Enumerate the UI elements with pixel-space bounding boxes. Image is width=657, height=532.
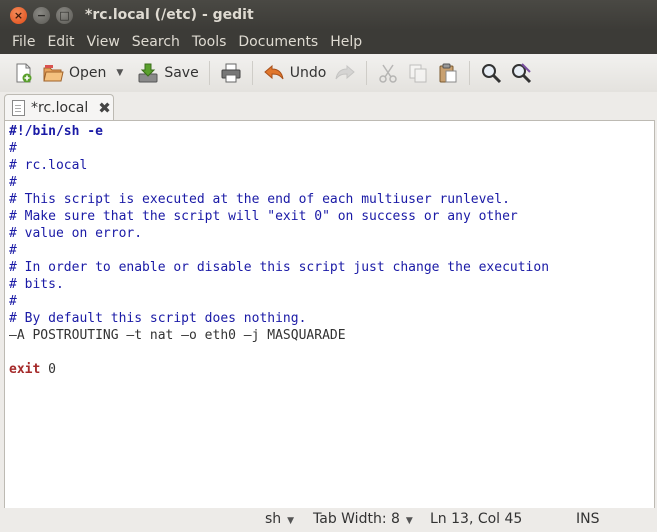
scissors-icon <box>379 64 398 83</box>
toolbar-separator <box>469 61 471 85</box>
language-selector[interactable]: sh ▼ <box>265 511 294 527</box>
menu-search[interactable]: Search <box>132 34 180 50</box>
open-folder-icon <box>43 65 64 82</box>
code-line[interactable]: # bits. <box>9 276 654 293</box>
menu-view[interactable]: View <box>87 34 120 50</box>
open-label: Open <box>69 65 107 81</box>
search-icon <box>482 64 502 84</box>
menu-tools[interactable]: Tools <box>192 34 227 50</box>
paste-button[interactable] <box>433 57 463 89</box>
code-view[interactable]: #!/bin/sh -e # # rc.local # # This script is… <box>5 121 654 378</box>
code-line[interactable]: # <box>9 293 654 310</box>
tab-width-selector[interactable]: Tab Width: 8 ▼ <box>313 511 413 527</box>
gedit-window: × − □ *rc.local (/etc) - gedit File Edit… <box>0 0 657 532</box>
code-text: # In order to enable or disable this scr… <box>9 260 550 275</box>
code-text: #!/bin/sh -e <box>9 124 103 139</box>
window-title: *rc.local (/etc) - gedit <box>85 7 254 23</box>
toolbar-separator <box>208 61 210 85</box>
printer-icon <box>221 63 241 83</box>
code-text: # This script is executed at the end of … <box>9 192 510 207</box>
code-line[interactable]: # <box>9 140 654 157</box>
open-button[interactable]: Open ▼ <box>38 57 127 89</box>
maximize-window-button[interactable]: □ <box>56 6 73 24</box>
toolbar-separator <box>366 61 368 85</box>
keyword-token: exit <box>9 362 41 377</box>
undo-label: Undo <box>289 65 327 81</box>
find-replace-icon <box>512 63 532 84</box>
close-window-button[interactable]: × <box>10 6 27 24</box>
copy-button[interactable] <box>403 57 433 89</box>
find-button[interactable] <box>476 57 506 89</box>
new-document-button[interactable] <box>8 57 38 89</box>
menu-bar: File Edit View Search Tools Documents He… <box>0 30 657 54</box>
chevron-down-icon: ▼ <box>405 516 413 526</box>
menu-help[interactable]: Help <box>330 34 362 50</box>
menu-documents[interactable]: Documents <box>238 34 318 50</box>
code-text: # Make sure that the script will "exit 0… <box>9 209 518 224</box>
code-line[interactable]: # <box>9 174 654 191</box>
code-line[interactable]: # Make sure that the script will "exit 0… <box>9 208 654 225</box>
code-line[interactable]: # rc.local <box>9 157 654 174</box>
code-text: # value on error. <box>9 226 143 241</box>
code-line[interactable]: # <box>9 242 654 259</box>
tab-label: *rc.local <box>31 100 89 116</box>
code-text: # <box>9 141 17 156</box>
code-token: 0 <box>40 362 56 377</box>
clipboard-icon <box>439 63 457 83</box>
code-text: # <box>9 175 17 190</box>
close-tab-icon[interactable]: ✖ <box>98 99 111 117</box>
code-text: —A POSTROUTING —t nat —o eth0 —j MASQUAR… <box>9 328 346 343</box>
code-line[interactable]: # By default this script does nothing. <box>9 310 654 327</box>
menu-edit[interactable]: Edit <box>47 34 74 50</box>
redo-button[interactable] <box>330 57 360 89</box>
tab-rc-local[interactable]: *rc.local ✖ <box>4 94 114 121</box>
save-icon <box>138 63 158 83</box>
toolbar-separator <box>251 61 253 85</box>
save-label: Save <box>164 65 199 81</box>
code-text: # <box>9 294 17 309</box>
text-editor[interactable]: #!/bin/sh -e # # rc.local # # This script is… <box>4 120 655 510</box>
find-replace-button[interactable] <box>506 57 536 89</box>
code-text: # By default this script does nothing. <box>9 311 307 326</box>
maximize-icon: □ <box>59 8 70 22</box>
code-text: # <box>9 243 17 258</box>
menu-file[interactable]: File <box>12 34 35 50</box>
code-line[interactable] <box>9 344 654 361</box>
close-icon: × <box>13 8 24 22</box>
code-line[interactable]: # This script is executed at the end of … <box>9 191 654 208</box>
chevron-down-icon: ▼ <box>287 516 295 526</box>
insert-mode: INS <box>576 511 600 527</box>
code-line[interactable]: exit 0 <box>9 361 654 378</box>
cursor-position: Ln 13, Col 45 <box>430 511 523 527</box>
title-bar[interactable]: × − □ *rc.local (/etc) - gedit <box>0 0 657 30</box>
minimize-window-button[interactable]: − <box>33 6 50 24</box>
code-line[interactable]: #!/bin/sh -e <box>9 123 654 140</box>
tab-width-label: Tab Width: 8 <box>313 511 400 527</box>
code-line[interactable]: # value on error. <box>9 225 654 242</box>
open-recent-chevron-down-icon[interactable]: ▼ <box>116 68 123 78</box>
toolbar: Open ▼ Save Undo <box>0 54 657 93</box>
language-label: sh <box>265 511 282 527</box>
cut-button[interactable] <box>373 57 403 89</box>
code-text: # bits. <box>9 277 64 292</box>
code-line[interactable]: —A POSTROUTING —t nat —o eth0 —j MASQUAR… <box>9 327 654 344</box>
document-tabs: *rc.local ✖ <box>0 92 657 121</box>
undo-button[interactable]: Undo <box>259 57 331 89</box>
print-button[interactable] <box>216 57 246 89</box>
undo-icon <box>263 64 284 80</box>
status-bar: sh ▼ Tab Width: 8 ▼ Ln 13, Col 45 INS <box>0 508 657 532</box>
copy-icon <box>409 64 427 83</box>
code-text: # rc.local <box>9 158 88 173</box>
text-document-icon <box>12 100 25 116</box>
save-button[interactable]: Save <box>133 57 202 89</box>
redo-icon <box>335 64 356 80</box>
code-line[interactable]: # In order to enable or disable this scr… <box>9 259 654 276</box>
minimize-icon: − <box>36 8 47 22</box>
new-document-icon <box>16 63 32 83</box>
